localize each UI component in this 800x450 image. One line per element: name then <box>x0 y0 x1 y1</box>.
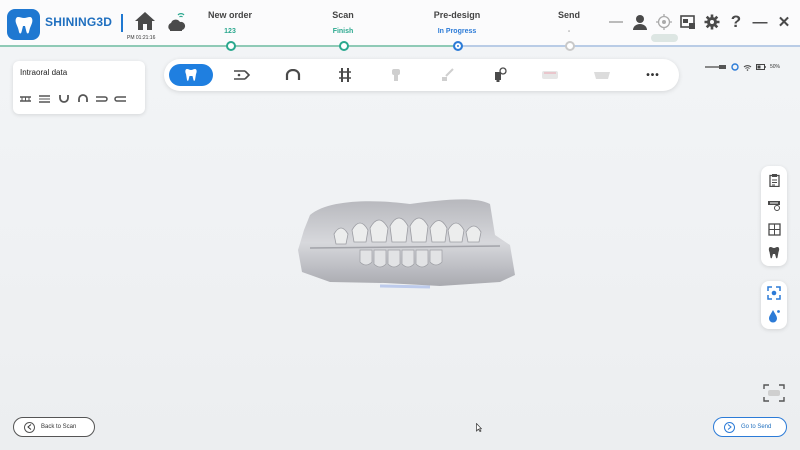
upper-arch-icon[interactable] <box>76 94 89 103</box>
jaw-view-icons <box>19 94 127 103</box>
close-icon[interactable]: ✕ <box>776 14 792 31</box>
device-status: 50% <box>704 63 780 71</box>
chevron-right-icon <box>724 421 735 433</box>
back-label: Back to Scan <box>41 424 77 430</box>
step-node-scan <box>339 41 349 51</box>
go-label: Go to Send <box>741 424 772 430</box>
chevron-left-icon <box>24 421 35 433</box>
step-title: Scan <box>332 10 354 20</box>
header-actions: ? — ✕ <box>608 12 792 31</box>
order-info-icon[interactable] <box>767 173 781 187</box>
right-tools-panel <box>761 166 787 266</box>
arch-icon[interactable] <box>271 64 315 86</box>
gear-icon[interactable] <box>704 14 720 30</box>
battery-level: 50% <box>769 64 780 70</box>
dental-3d-model[interactable] <box>290 190 520 300</box>
design-toolbar: ••• <box>164 59 679 91</box>
panel-title: Intraoral data <box>20 68 68 77</box>
target-icon[interactable] <box>656 14 672 30</box>
tooth-status-icon[interactable] <box>767 245 781 259</box>
snap-icon[interactable] <box>767 286 781 300</box>
wifi-icon <box>743 64 752 71</box>
scanbody-icon[interactable] <box>477 64 521 86</box>
menu-icon[interactable] <box>608 14 624 30</box>
step-status: - <box>567 28 571 35</box>
right-tools-panel-2 <box>761 281 787 329</box>
step-title: Pre-design <box>433 10 481 20</box>
connection-pill <box>651 34 678 42</box>
step-node-pre-design <box>453 41 463 51</box>
screenshot-icon[interactable] <box>680 14 696 30</box>
sync-icon <box>731 63 739 71</box>
upper-jaw-view-icon[interactable] <box>19 94 32 103</box>
scanner-icon <box>704 65 726 69</box>
tooth-prep-icon[interactable] <box>374 64 418 86</box>
texture-icon[interactable] <box>767 222 781 236</box>
minimize-icon[interactable]: — <box>752 14 768 31</box>
step-status: 123 <box>224 28 236 35</box>
step-status: In Progress <box>437 28 477 35</box>
step-node-new-order <box>226 41 236 51</box>
more-icon[interactable]: ••• <box>631 64 675 86</box>
occlusion-right-icon[interactable] <box>114 94 127 103</box>
brand-name: SHINING3D <box>45 15 113 29</box>
step-new-order[interactable]: New order 123 <box>190 10 270 35</box>
tooth-select-icon[interactable] <box>169 64 213 86</box>
step-send[interactable]: Send - <box>529 10 609 35</box>
step-pre-design[interactable]: Pre-design In Progress <box>417 10 497 35</box>
user-icon[interactable] <box>632 14 648 30</box>
intraoral-data-panel: Intraoral data <box>13 61 145 114</box>
progress-track-pending <box>458 45 800 47</box>
occlusion-left-icon[interactable] <box>95 94 108 103</box>
top-header: SHINING3D PM 01:21:16 New order 123 Scan… <box>0 0 800 51</box>
step-status: Finish <box>332 28 354 35</box>
step-title: New order <box>207 10 252 20</box>
cloud-sync-icon[interactable] <box>166 12 186 34</box>
home-icon[interactable] <box>134 11 156 31</box>
brush-tool-icon[interactable] <box>425 64 469 86</box>
scan-quality-icon[interactable] <box>767 198 781 212</box>
tooth-logo-icon <box>7 9 40 40</box>
fit-view-icon[interactable] <box>762 383 786 403</box>
clock-time: PM 01:21:16 <box>127 35 156 41</box>
margin-line-icon[interactable] <box>323 64 367 86</box>
step-node-send <box>565 41 575 51</box>
both-jaws-view-icon[interactable] <box>38 94 51 103</box>
lower-arch-icon[interactable] <box>57 94 70 103</box>
back-to-scan-button[interactable]: Back to Scan <box>13 417 95 437</box>
battery-icon <box>755 64 766 70</box>
gingiva-icon[interactable] <box>528 64 572 86</box>
brand-divider <box>121 14 123 32</box>
color-drop-icon[interactable] <box>767 309 781 323</box>
trim-tool-icon[interactable] <box>220 64 264 86</box>
help-icon[interactable]: ? <box>728 12 744 31</box>
step-scan[interactable]: Scan Finish <box>303 10 383 35</box>
mouse-cursor-icon <box>476 419 483 432</box>
go-to-send-button[interactable]: Go to Send <box>713 417 787 437</box>
step-title: Send <box>557 10 580 20</box>
base-icon[interactable] <box>580 64 624 86</box>
